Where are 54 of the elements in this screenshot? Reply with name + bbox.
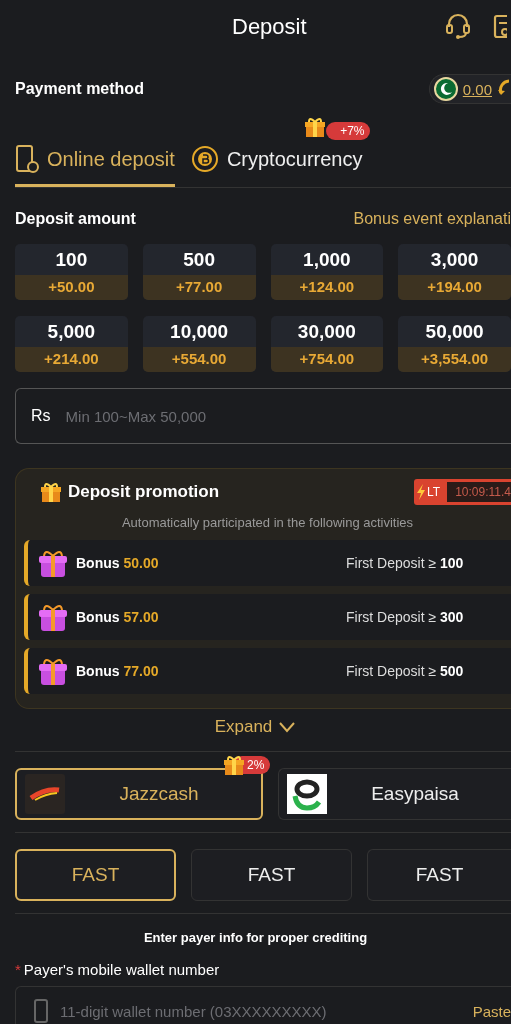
section-label: Payment method [15, 80, 144, 98]
headset-icon[interactable] [445, 12, 471, 40]
countdown-tag: LT 10:09:11.4 [414, 479, 511, 505]
speed-option[interactable]: FAST [15, 849, 176, 901]
gift-icon [38, 602, 68, 632]
payment-tab[interactable]: Online deposit [15, 136, 175, 187]
amount-option[interactable]: 5,000 +214.00 [15, 316, 128, 372]
gift-icon [38, 548, 68, 578]
amount-option[interactable]: 50,000 +3,554.00 [398, 316, 511, 372]
gift-icon [38, 656, 68, 686]
deposit-condition: First Deposit ≥ 500 [346, 663, 464, 679]
payer-heading: Enter payer info for proper crediting [142, 930, 369, 945]
promotion-title: Deposit promotion [68, 482, 220, 502]
wallet-number-field[interactable]: 11-digit wallet number (03XXXXXXXXX) Paste [15, 986, 511, 1024]
currency-label: Rs [31, 407, 51, 425]
gift-icon [304, 116, 327, 138]
section-label: Deposit amount [15, 210, 136, 228]
speed-option[interactable]: FAST [191, 849, 352, 901]
bonus-badge: +7% [326, 122, 371, 140]
countdown-timer: 10:09:11.4 [446, 481, 511, 503]
wallet-logo-icon [287, 774, 327, 814]
promotion-note: Automatically participated in the following activities [120, 515, 415, 530]
phone-icon [15, 144, 39, 174]
bonus-text: Bonus 57.00 [76, 609, 160, 625]
amount-option[interactable]: 500 +77.00 [142, 244, 256, 300]
record-icon[interactable] [493, 13, 507, 39]
amount-option[interactable]: 10,000 +554.00 [142, 316, 256, 372]
amount-option[interactable]: 3,000 +194.00 [398, 244, 511, 300]
bonus-text: Bonus 77.00 [76, 663, 160, 679]
page-title: Deposit [232, 14, 307, 40]
gift-icon [223, 754, 245, 776]
balance-amount[interactable]: 0.00 [462, 80, 492, 98]
bonus-text: Bonus 50.00 [76, 555, 160, 571]
field-label: Payer's mobile wallet number [23, 961, 220, 978]
expand-button[interactable]: Expand [208, 715, 303, 739]
deposit-condition: First Deposit ≥ 100 [346, 555, 464, 571]
lightning-icon [416, 484, 427, 500]
payment-channel[interactable]: Easypaisa [278, 768, 511, 820]
paste-button[interactable]: Paste [472, 1002, 511, 1020]
payment-channel[interactable]: Jazzcash [15, 768, 263, 820]
amount-field[interactable]: Rs Min 100~Max 50,000 [15, 388, 511, 444]
flag-icon [433, 77, 458, 101]
chevron-down-icon [278, 721, 297, 733]
required-mark: * [15, 961, 21, 978]
deposit-condition: First Deposit ≥ 300 [346, 609, 464, 625]
speed-option[interactable]: FAST [367, 849, 511, 901]
bonus-explanation-link[interactable]: Bonus event explanati [353, 210, 511, 228]
coin-icon [190, 145, 219, 173]
gift-icon [40, 481, 62, 503]
wallet-logo-icon [25, 774, 65, 814]
phone-icon [34, 999, 48, 1023]
amount-option[interactable]: 30,000 +754.00 [270, 316, 384, 372]
amount-option[interactable]: 100 +50.00 [15, 244, 128, 300]
amount-option[interactable]: 1,000 +124.00 [270, 244, 384, 300]
